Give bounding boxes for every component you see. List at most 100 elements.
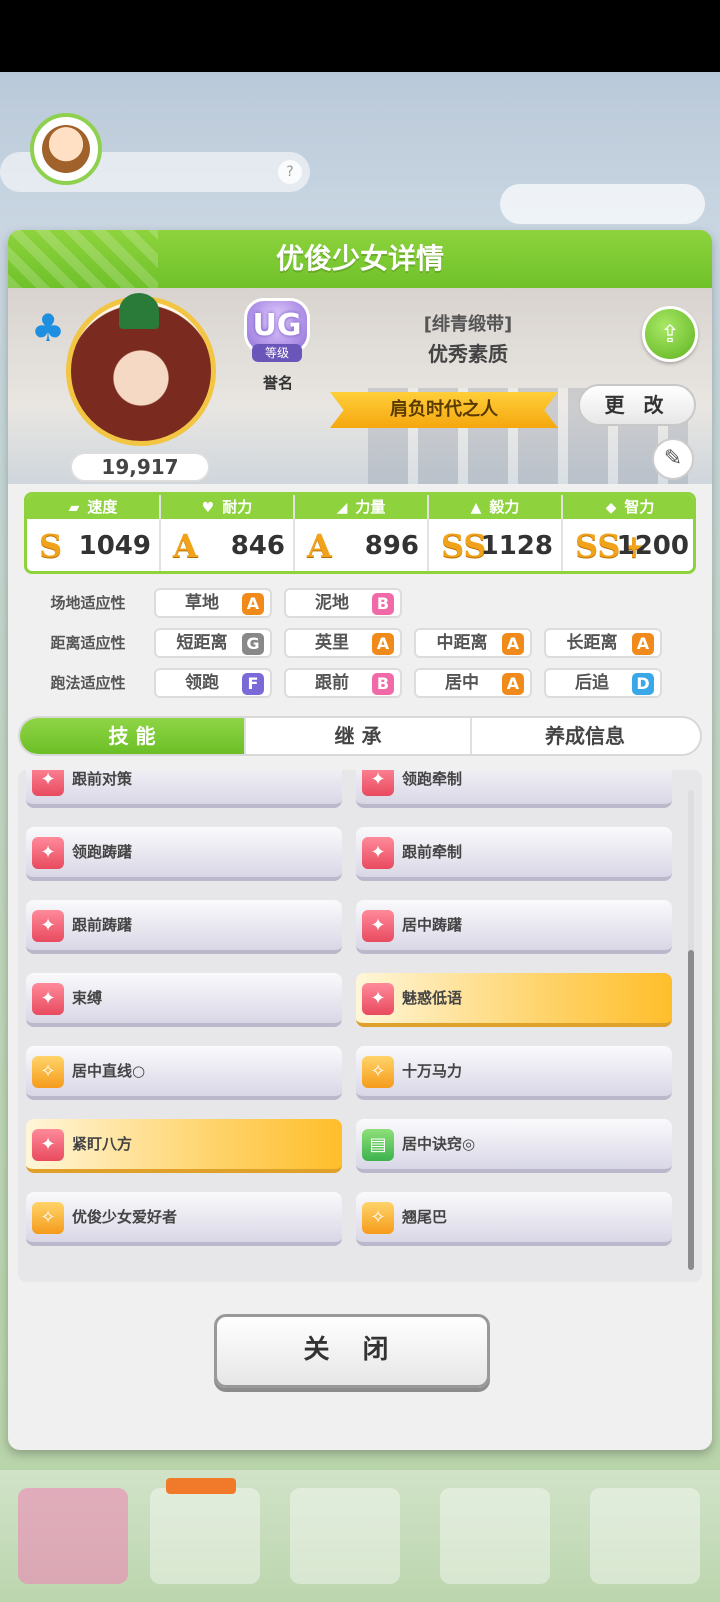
stat-value: 846 (230, 531, 285, 561)
rank-label: 誉名 (262, 374, 293, 392)
skill-card[interactable]: ✦ 居中踌躇 (356, 900, 672, 954)
track-aptitude-row: 场地适应性 草地 A 泥地 B (8, 586, 712, 620)
skill-card[interactable]: ✧ 十万马力 (356, 1046, 672, 1100)
skill-icon: ✧ (362, 1056, 394, 1088)
grade-badge: A (502, 673, 524, 695)
nav-item-1[interactable] (18, 1488, 128, 1584)
skill-icon: ✦ (32, 837, 64, 869)
skill-name: 优俊少女爱好者 (72, 1208, 178, 1226)
stat-value: 1049 (78, 531, 151, 561)
tab-skills[interactable]: 技 能 (20, 718, 246, 754)
share-button[interactable]: ⇪ (642, 306, 698, 362)
skill-card[interactable]: ✦ 魅惑低语 (356, 973, 672, 1027)
skill-icon: ✦ (32, 770, 64, 796)
stat-value: 1200 (616, 531, 689, 561)
stat-stamina: ♥ 耐力 A 846 (161, 495, 295, 571)
aptitude-cell: 中距离 A (414, 628, 532, 658)
skill-card[interactable]: ✦ 领跑踌躇 (26, 827, 342, 881)
skill-card[interactable]: ✦ 束缚 (26, 973, 342, 1027)
skill-card[interactable]: ✦ 跟前对策 (26, 770, 342, 808)
grade-badge: B (372, 593, 394, 615)
skill-name: 领跑踌躇 (72, 843, 133, 861)
clover-icon: ♣ (30, 306, 66, 350)
stat-label: 智力 (624, 498, 655, 516)
cap-icon: ◆ (605, 500, 617, 516)
grade-badge: A (372, 633, 394, 655)
grade-badge: B (372, 673, 394, 695)
stat-label: 力量 (355, 498, 386, 516)
event-translator-badge[interactable] (2, 95, 102, 195)
stat-label: 速度 (87, 498, 118, 516)
skill-name: 跟前牵制 (402, 843, 463, 861)
skill-card[interactable]: ✦ 跟前踌躇 (26, 900, 342, 954)
background-pill-button (500, 184, 705, 224)
aptitude-cell: 泥地 B (284, 588, 402, 618)
tab-training-info[interactable]: 养成信息 (472, 718, 698, 754)
arm-icon: ◢ (336, 500, 348, 516)
skill-icon: ✦ (362, 910, 394, 942)
aptitude-cell: 后追 D (544, 668, 662, 698)
stat-label: 耐力 (222, 498, 253, 516)
stat-rank: S (39, 527, 63, 565)
skill-name: 翘尾巴 (402, 1208, 448, 1226)
aptitude-cell: 草地 A (154, 588, 272, 618)
grade-badge: A (632, 633, 654, 655)
stat-value: 896 (364, 531, 419, 561)
edit-button[interactable]: ✎ (652, 438, 694, 480)
skill-icon: ✧ (32, 1202, 64, 1234)
skill-name: 十万马力 (402, 1062, 463, 1080)
grade-badge: A (242, 593, 264, 615)
skill-card[interactable]: ✧ 优俊少女爱好者 (26, 1192, 342, 1246)
bottom-navigation (0, 1470, 720, 1602)
stat-guts: ▲ 毅力 SS 1128 (429, 495, 563, 571)
skills-list[interactable]: ✧ 翘尾巴 ✧ 优俊少女爱好者 ▤ 居中诀窍◎ ✦ 紧盯八方 ✧ 十万马力 ✧ 居中直线○ ✦ 魅惑低语 ✦… (18, 770, 702, 1282)
skill-icon: ✦ (362, 837, 394, 869)
stat-rank: A (307, 527, 332, 565)
status-bar (0, 0, 720, 72)
help-icon: ? (278, 160, 302, 184)
skill-name: 居中直线○ (72, 1062, 146, 1080)
stat-wisdom: ◆ 智力 SS+ 1200 (563, 495, 693, 571)
style-aptitude-row: 跑法适应性 领跑 F 跟前 B 居中 A 后追 D (8, 666, 712, 700)
skill-card[interactable]: ✦ 领跑牵制 (356, 770, 672, 808)
detail-tabs: 技 能 继 承 养成信息 (18, 716, 702, 756)
aptitude-label: 跑法适应性 (50, 674, 126, 692)
nav-item-3[interactable] (290, 1488, 400, 1584)
fan-count: 19,917 (70, 452, 210, 482)
skill-icon: ✦ (362, 983, 394, 1015)
stat-label: 毅力 (489, 498, 520, 516)
skill-icon: ✦ (32, 910, 64, 942)
change-title-button[interactable]: 更 改 (578, 384, 696, 426)
close-button[interactable]: 关 闭 (214, 1314, 490, 1388)
umamusume-detail-panel: 优俊少女详情 ♣ 19,917 UG 等级 誉名 [绯青缎带] 优秀素质 肩负时… (8, 230, 712, 1450)
aptitude-cell: 领跑 F (154, 668, 272, 698)
character-portrait (66, 293, 216, 446)
stat-speed: ▰ 速度 S 1049 (27, 495, 161, 571)
epithet-subtitle: [绯青缎带] (423, 314, 513, 335)
skill-card[interactable]: ▤ 居中诀窍◎ (356, 1119, 672, 1173)
skill-card[interactable]: ✦ 紧盯八方 (26, 1119, 342, 1173)
tab-inheritance[interactable]: 继 承 (246, 718, 472, 754)
scrollbar-thumb[interactable] (688, 950, 694, 1270)
grade-badge: A (502, 633, 524, 655)
skill-icon: ✧ (362, 1202, 394, 1234)
grade-badge: G (242, 633, 264, 655)
new-tag (166, 1478, 236, 1494)
scrollbar[interactable] (688, 790, 694, 1270)
nav-item-4[interactable] (440, 1488, 550, 1584)
nav-item-2[interactable] (150, 1478, 260, 1584)
aptitude-cell: 英里 A (284, 628, 402, 658)
skill-card[interactable]: ✧ 翘尾巴 (356, 1192, 672, 1246)
share-icon: ⇪ (659, 320, 681, 348)
skill-card[interactable]: ✧ 居中直线○ (26, 1046, 342, 1100)
rank-badge[interactable]: UG 等级 (240, 298, 316, 370)
title-ribbon: 肩负时代之人 (330, 392, 558, 428)
skill-card[interactable]: ✦ 跟前牵制 (356, 827, 672, 881)
nav-item-5[interactable] (590, 1488, 700, 1584)
skill-name: 领跑牵制 (402, 770, 463, 788)
character-face-icon (42, 125, 90, 173)
skill-name: 居中诀窍◎ (402, 1135, 476, 1153)
aptitude-cell: 短距离 G (154, 628, 272, 658)
pencil-icon: ✎ (663, 446, 683, 471)
skill-name: 跟前踌躇 (72, 916, 133, 934)
